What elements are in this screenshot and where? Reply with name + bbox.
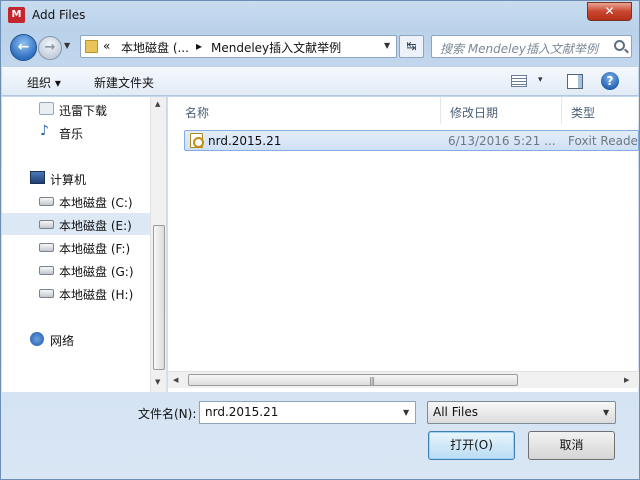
mendeley-app-icon: M (8, 7, 25, 23)
sidebar-item-thunder-download[interactable]: 迅雷下载 (2, 98, 150, 120)
breadcrumb-separator[interactable]: ▸ (196, 39, 202, 53)
music-icon: ♪ (40, 123, 49, 139)
back-button[interactable]: ← (10, 34, 37, 61)
sidebar-item-label: 音乐 (59, 127, 84, 141)
search-placeholder: 搜索 Mendeley插入文献举例 (440, 42, 598, 56)
scroll-left-icon[interactable]: ◀ (173, 376, 178, 384)
chevron-down-icon: ▼ (603, 408, 610, 417)
scroll-down-icon[interactable]: ▼ (155, 378, 160, 386)
column-header-type[interactable]: 类型 (562, 97, 639, 124)
sidebar-item-label: 计算机 (50, 173, 87, 187)
folder-icon (85, 40, 98, 53)
drive-icon (39, 289, 54, 298)
file-type: Foxit Reade (568, 134, 638, 148)
navigation-pane: 迅雷下载 ♪ 音乐 计算机 本地磁盘 (C:) 本地磁盘 (E:) 本地磁盘 (… (2, 97, 166, 392)
navigation-scrollbar-thumb[interactable] (153, 225, 165, 370)
sidebar-item-label: 网络 (50, 334, 75, 348)
sidebar-item-label: 本地磁盘 (C:) (59, 196, 133, 210)
system-drive-icon (39, 197, 54, 206)
file-list: 名称 ^ 修改日期 类型 nrd.2015.21 6/13/2016 5:21 … (167, 97, 639, 392)
open-button[interactable]: 打开(O) (428, 431, 515, 460)
breadcrumb-local-disk[interactable]: 本地磁盘 (... (121, 39, 189, 56)
sidebar-item-drive-c[interactable]: 本地磁盘 (C:) (2, 190, 150, 212)
scroll-up-icon[interactable]: ▲ (155, 100, 160, 108)
table-row[interactable]: nrd.2015.21 6/13/2016 5:21 ... Foxit Rea… (184, 130, 639, 151)
network-icon (30, 332, 44, 346)
view-mode-dropdown[interactable]: ▾ (538, 75, 543, 85)
sort-ascending-icon: ^ (314, 97, 320, 102)
sidebar-item-computer[interactable]: 计算机 (2, 167, 150, 189)
computer-icon (30, 171, 45, 184)
scroll-right-icon[interactable]: ▶ (624, 376, 629, 384)
filename-value: nrd.2015.21 (205, 405, 279, 419)
column-header-label: 名称 (185, 106, 210, 120)
horizontal-scrollbar-thumb[interactable]: ||| (188, 374, 518, 386)
command-toolbar: 组织 ▾ 新建文件夹 ▾ ? (2, 66, 638, 96)
breadcrumb-overflow[interactable]: « (103, 39, 110, 53)
column-header-modified[interactable]: 修改日期 (441, 97, 562, 124)
file-name: nrd.2015.21 (208, 134, 282, 148)
address-dropdown-arrow[interactable]: ▼ (384, 41, 390, 50)
sidebar-item-label: 迅雷下载 (59, 104, 108, 118)
drive-icon (39, 220, 54, 229)
file-type-filter-value: All Files (433, 405, 479, 419)
navigation-scrollbar[interactable]: ▲ ▼ (150, 97, 166, 392)
sidebar-item-music[interactable]: ♪ 音乐 (2, 121, 150, 143)
filename-field[interactable]: nrd.2015.21 ▼ (199, 401, 416, 424)
close-button[interactable]: ✕ (587, 2, 632, 21)
cancel-button[interactable]: 取消 (528, 431, 615, 460)
forward-button[interactable]: → (38, 36, 62, 60)
title-bar[interactable]: M Add Files ✕ (1, 1, 639, 31)
filename-dropdown-arrow[interactable]: ▼ (403, 408, 409, 417)
recent-locations-dropdown[interactable]: ▼ (64, 41, 70, 50)
search-icon[interactable] (614, 40, 625, 51)
organize-button[interactable]: 组织 ▾ (27, 74, 61, 91)
column-header-label: 修改日期 (450, 106, 499, 120)
sidebar-item-drive-h[interactable]: 本地磁盘 (H:) (2, 282, 150, 304)
pdf-file-icon (190, 133, 204, 148)
scrollbar-grip: ||| (369, 376, 375, 385)
sidebar-item-drive-g[interactable]: 本地磁盘 (G:) (2, 259, 150, 281)
column-header-name[interactable]: 名称 ^ (176, 97, 441, 124)
refresh-button[interactable]: ↹ (399, 35, 424, 58)
sidebar-item-label: 本地磁盘 (H:) (59, 288, 134, 302)
column-header-label: 类型 (571, 106, 596, 120)
horizontal-scrollbar[interactable]: ◀ ||| ▶ (168, 371, 639, 388)
sidebar-item-label: 本地磁盘 (F:) (59, 242, 131, 256)
add-files-dialog: M Add Files ✕ ← → ▼ « 本地磁盘 (... ▸ Mendel… (0, 0, 640, 480)
address-bar[interactable]: « 本地磁盘 (... ▸ Mendeley插入文献举例 ▼ (80, 35, 397, 58)
sidebar-item-label: 本地磁盘 (E:) (59, 219, 132, 233)
sidebar-item-drive-f[interactable]: 本地磁盘 (F:) (2, 236, 150, 258)
drive-icon (39, 266, 54, 275)
breadcrumb-current-folder[interactable]: Mendeley插入文献举例 (211, 39, 341, 56)
file-modified: 6/13/2016 5:21 ... (448, 134, 556, 148)
help-icon[interactable]: ? (601, 72, 619, 90)
sidebar-item-label: 本地磁盘 (G:) (59, 265, 134, 279)
download-icon (39, 102, 54, 115)
view-mode-icon[interactable] (511, 75, 527, 87)
preview-pane-icon[interactable] (567, 74, 583, 89)
search-input[interactable]: 搜索 Mendeley插入文献举例 (431, 35, 632, 58)
sidebar-item-network[interactable]: 网络 (2, 328, 150, 350)
new-folder-button[interactable]: 新建文件夹 (94, 74, 154, 91)
file-type-filter[interactable]: All Files ▼ (427, 401, 616, 424)
drive-icon (39, 243, 54, 252)
sidebar-item-drive-e[interactable]: 本地磁盘 (E:) (2, 213, 150, 235)
window-title: Add Files (32, 8, 86, 22)
filename-label: 文件名(N): (138, 407, 197, 421)
